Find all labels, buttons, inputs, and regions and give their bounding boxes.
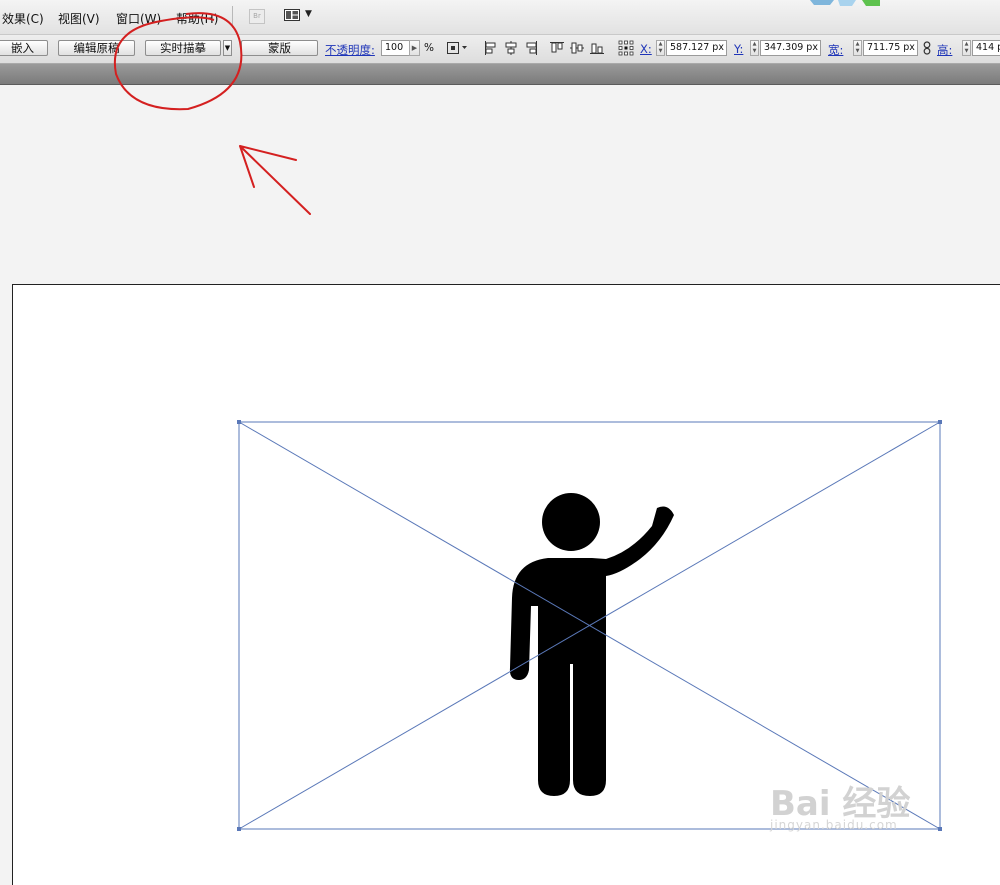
menu-view[interactable]: 视图(V)	[58, 10, 100, 27]
watermark-url: jingyan.baidu.com	[770, 818, 898, 832]
embed-button[interactable]: 嵌入	[0, 40, 48, 56]
reference-point-icon[interactable]	[618, 40, 634, 56]
live-trace-button[interactable]: 实时描摹	[145, 40, 221, 56]
menu-help[interactable]: 帮助(H)	[176, 10, 218, 27]
align-bottom-icon[interactable]	[590, 41, 604, 55]
height-label[interactable]: 高:	[937, 42, 952, 58]
y-label[interactable]: Y:	[734, 42, 743, 56]
opacity-label[interactable]: 不透明度:	[325, 42, 375, 58]
edit-original-button[interactable]: 编辑原稿	[58, 40, 135, 56]
constrain-link-icon[interactable]	[923, 41, 931, 55]
height-stepper-icon[interactable]: ▲ ▼	[962, 40, 971, 56]
opacity-field[interactable]: 100	[381, 40, 412, 56]
menu-effect[interactable]: 效果(C)	[2, 10, 44, 27]
control-bar: 嵌入 编辑原稿 实时描摹 ▼ 蒙版 不透明度: 100 ▶ % X: ▲ ▼ 5…	[0, 35, 1000, 64]
corner-graphic-icon	[810, 0, 880, 6]
align-horizontal-center-icon[interactable]	[504, 41, 518, 55]
x-stepper-icon[interactable]: ▲ ▼	[656, 40, 665, 56]
y-stepper-icon[interactable]: ▲ ▼	[750, 40, 759, 56]
live-trace-options-button[interactable]: ▼	[223, 40, 232, 56]
bridge-icon[interactable]: Br	[249, 9, 265, 24]
chevron-down-icon[interactable]: ▼	[305, 9, 312, 19]
menu-bar: 效果(C) 视图(V) 窗口(W) 帮助(H) Br ▼	[0, 0, 1000, 35]
transform-icon[interactable]	[446, 41, 468, 55]
height-field[interactable]: 414 p	[972, 40, 1000, 56]
opacity-arrow-icon[interactable]: ▶	[409, 40, 420, 56]
align-top-icon[interactable]	[550, 41, 564, 55]
document-tab-strip	[0, 64, 1000, 85]
align-right-icon[interactable]	[524, 41, 538, 55]
percent-sign: %	[424, 42, 434, 54]
mask-button[interactable]: 蒙版	[241, 40, 318, 56]
menu-separator	[232, 6, 233, 28]
y-field[interactable]: 347.309 px	[760, 40, 821, 56]
workspace-switcher-icon[interactable]	[284, 9, 300, 21]
width-stepper-icon[interactable]: ▲ ▼	[853, 40, 862, 56]
align-vertical-center-icon[interactable]	[570, 41, 584, 55]
x-field[interactable]: 587.127 px	[666, 40, 727, 56]
width-label[interactable]: 宽:	[828, 42, 843, 58]
baidu-watermark: Bai 经验 jingyan.baidu.com	[770, 770, 990, 850]
x-label[interactable]: X:	[640, 42, 652, 56]
width-field[interactable]: 711.75 px	[863, 40, 918, 56]
align-left-icon[interactable]	[484, 41, 498, 55]
menu-window[interactable]: 窗口(W)	[116, 10, 161, 27]
